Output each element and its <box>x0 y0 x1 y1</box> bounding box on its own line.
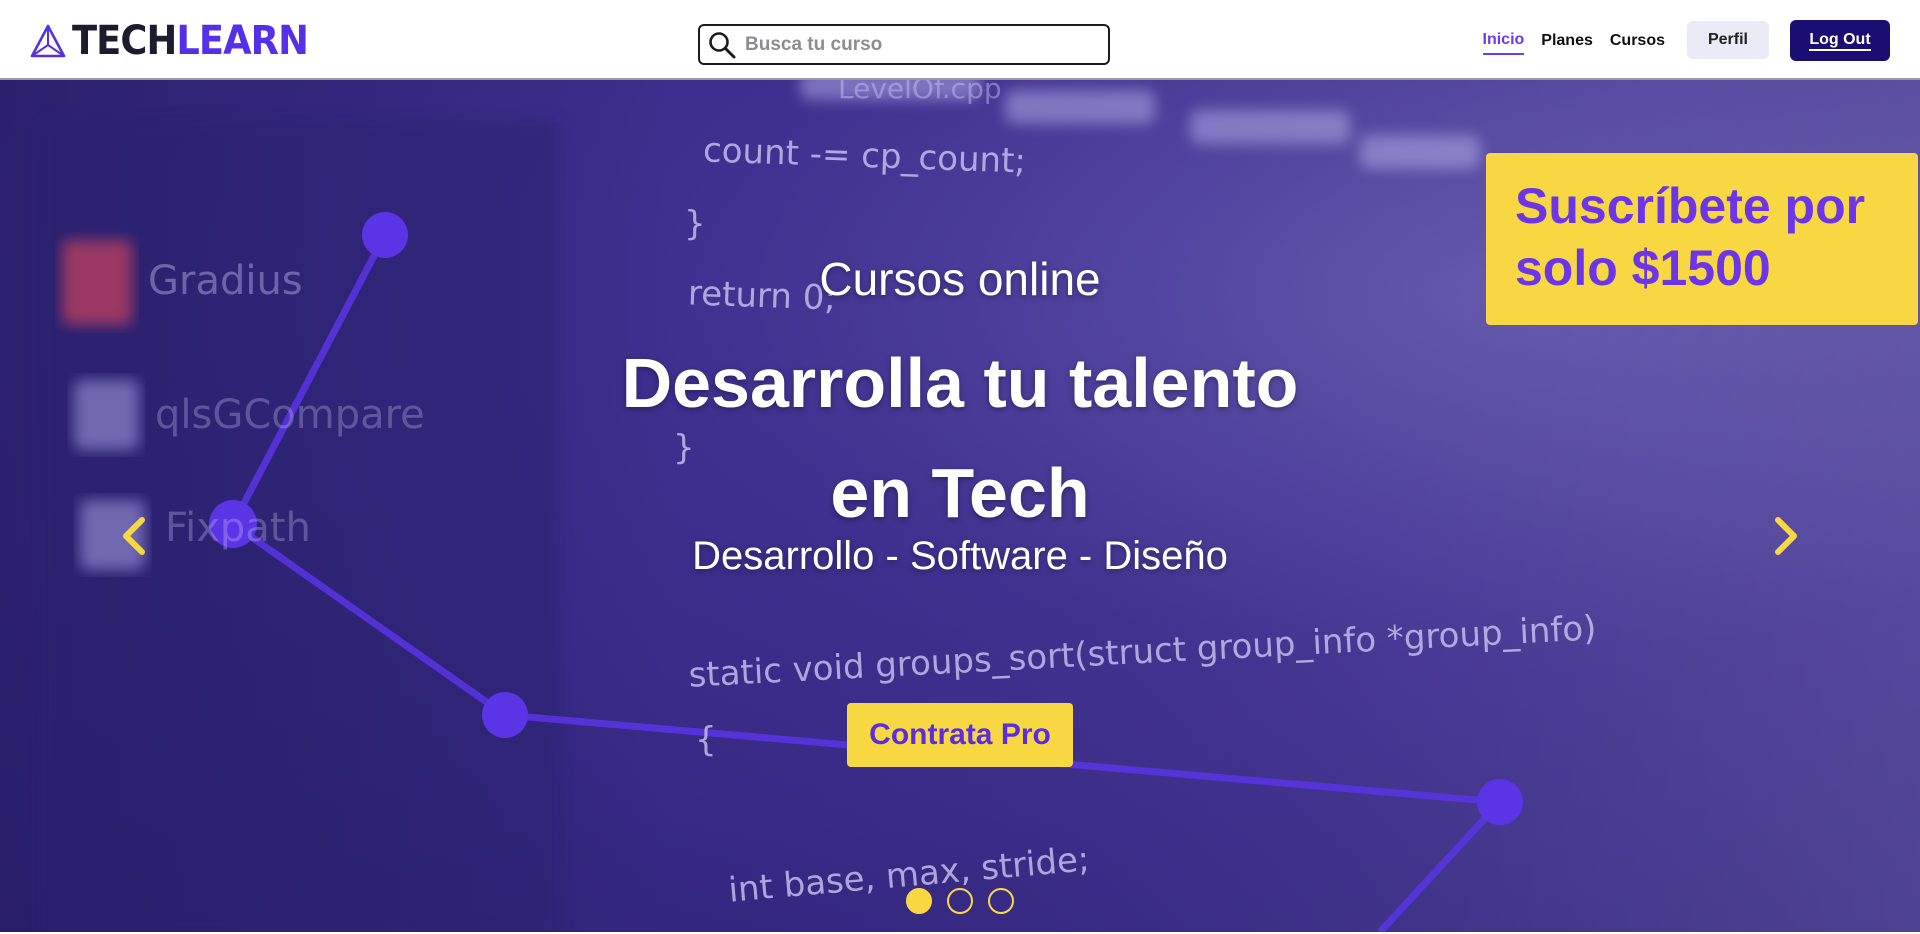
promo-line-1: Suscríbete por <box>1515 178 1866 234</box>
logout-button[interactable]: Log Out <box>1790 19 1890 61</box>
bg-code-line: } <box>684 204 706 244</box>
hero-carousel: LevelOf.cpp count -= cp_count; } return … <box>0 80 1920 932</box>
logo-text: TECHLEARN <box>72 18 309 64</box>
hero-tagline: Desarrollo - Software - Diseño <box>692 534 1228 578</box>
bg-code-line: LevelOf.cpp <box>838 80 1002 105</box>
brand-logo[interactable]: TECHLEARN <box>30 20 329 62</box>
search-input[interactable] <box>745 29 1095 60</box>
hero-title: Desarrolla tu talento en Tech <box>0 328 1920 548</box>
carousel-dot-3[interactable] <box>988 888 1014 914</box>
search-icon[interactable] <box>707 30 737 60</box>
bg-code-line: { <box>695 720 717 760</box>
chevron-left-icon[interactable] <box>116 514 150 558</box>
hero-title-line-2: en Tech <box>830 454 1090 532</box>
chevron-right-icon[interactable] <box>1770 514 1804 558</box>
hero-title-line-1: Desarrolla tu talento <box>621 344 1299 422</box>
carousel-dot-1[interactable] <box>906 888 932 914</box>
nav-menu: Inicio Planes Cursos Perfil Log Out <box>1466 19 1890 61</box>
carousel-dot-2[interactable] <box>947 888 973 914</box>
logout-label: Log Out <box>1809 31 1871 51</box>
contrata-pro-button[interactable]: Contrata Pro <box>847 703 1073 767</box>
hero-kicker: Cursos online <box>819 253 1101 305</box>
logo-text-learn: LEARN <box>176 18 309 64</box>
nav-link-planes[interactable]: Planes <box>1541 26 1593 54</box>
nav-link-cursos[interactable]: Cursos <box>1610 26 1665 54</box>
search-box <box>698 24 1110 65</box>
nav-link-inicio[interactable]: Inicio <box>1482 25 1525 55</box>
carousel-indicators <box>0 888 1920 916</box>
perfil-button[interactable]: Perfil <box>1687 21 1769 59</box>
top-navbar: TECHLEARN Inicio Planes Cursos Perfil Lo… <box>0 0 1920 80</box>
logo-text-tech: TECH <box>72 18 177 64</box>
logo-triangle-icon <box>30 24 66 58</box>
